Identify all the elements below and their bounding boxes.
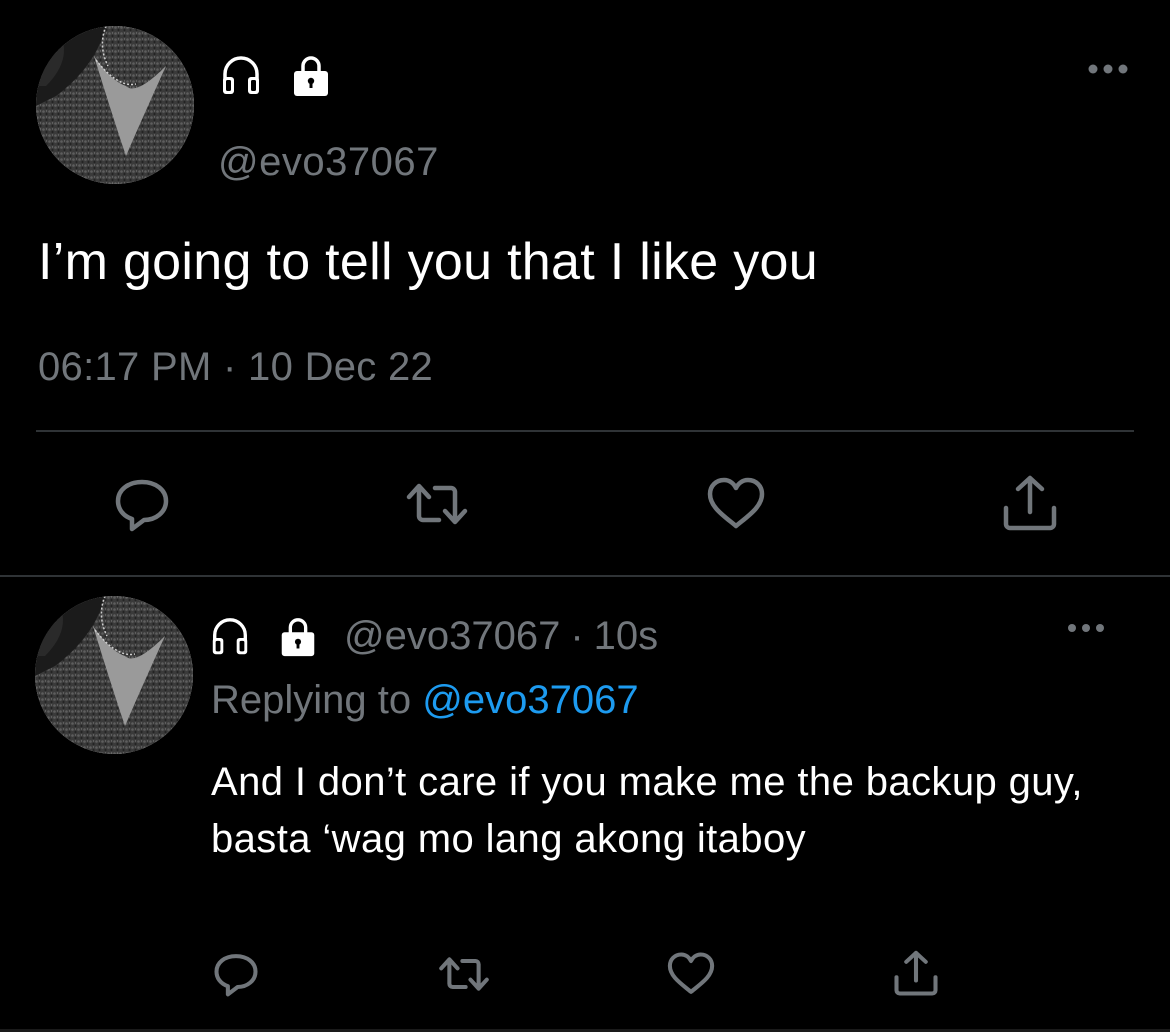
reply-handle[interactable]: @evo37067	[344, 614, 560, 659]
like-icon[interactable]	[665, 948, 717, 1000]
reply-header: @evo37067 · 10s	[208, 614, 658, 659]
reply-actions	[0, 948, 1170, 1008]
main-handle[interactable]: @evo37067	[218, 140, 439, 185]
share-icon[interactable]	[998, 472, 1062, 536]
tweet-text: I’m going to tell you that I like you	[38, 233, 818, 291]
avatar[interactable]	[36, 26, 194, 184]
headphones-icon	[212, 617, 248, 654]
reply-text: And I don’t care if you make me the back…	[211, 760, 1083, 861]
lock-icon	[294, 56, 328, 96]
like-icon[interactable]	[704, 472, 768, 536]
main-tweet[interactable]: @evo37067 I’m going to tell you that I l…	[0, 0, 1170, 576]
more-options-icon[interactable]	[1067, 622, 1105, 634]
avatar[interactable]	[35, 596, 193, 754]
share-icon[interactable]	[890, 948, 942, 1000]
replying-to-mention[interactable]: @evo37067	[422, 678, 638, 722]
tweet-timestamp[interactable]: 06:17 PM · 10 Dec 22	[38, 345, 433, 390]
reply-icon[interactable]	[210, 948, 262, 1000]
profile-badges	[218, 53, 334, 99]
avatar-photo	[36, 26, 194, 184]
more-options-icon[interactable]	[1087, 62, 1129, 76]
divider	[36, 430, 1134, 432]
thread-divider	[0, 575, 1170, 577]
separator-dot: ·	[570, 614, 584, 658]
retweet-icon[interactable]	[405, 472, 469, 536]
reply-age[interactable]: 10s	[594, 614, 659, 659]
tweet-actions	[0, 470, 1170, 540]
lock-icon	[281, 617, 315, 656]
replying-to-label: Replying to	[211, 678, 412, 722]
tweet-thread-screen: @evo37067 I’m going to tell you that I l…	[0, 0, 1170, 1032]
avatar-photo	[35, 596, 193, 754]
replying-to-line: Replying to @evo37067	[211, 678, 639, 723]
reply-icon[interactable]	[110, 472, 174, 536]
headphones-icon	[223, 56, 259, 94]
retweet-icon[interactable]	[438, 948, 490, 1000]
